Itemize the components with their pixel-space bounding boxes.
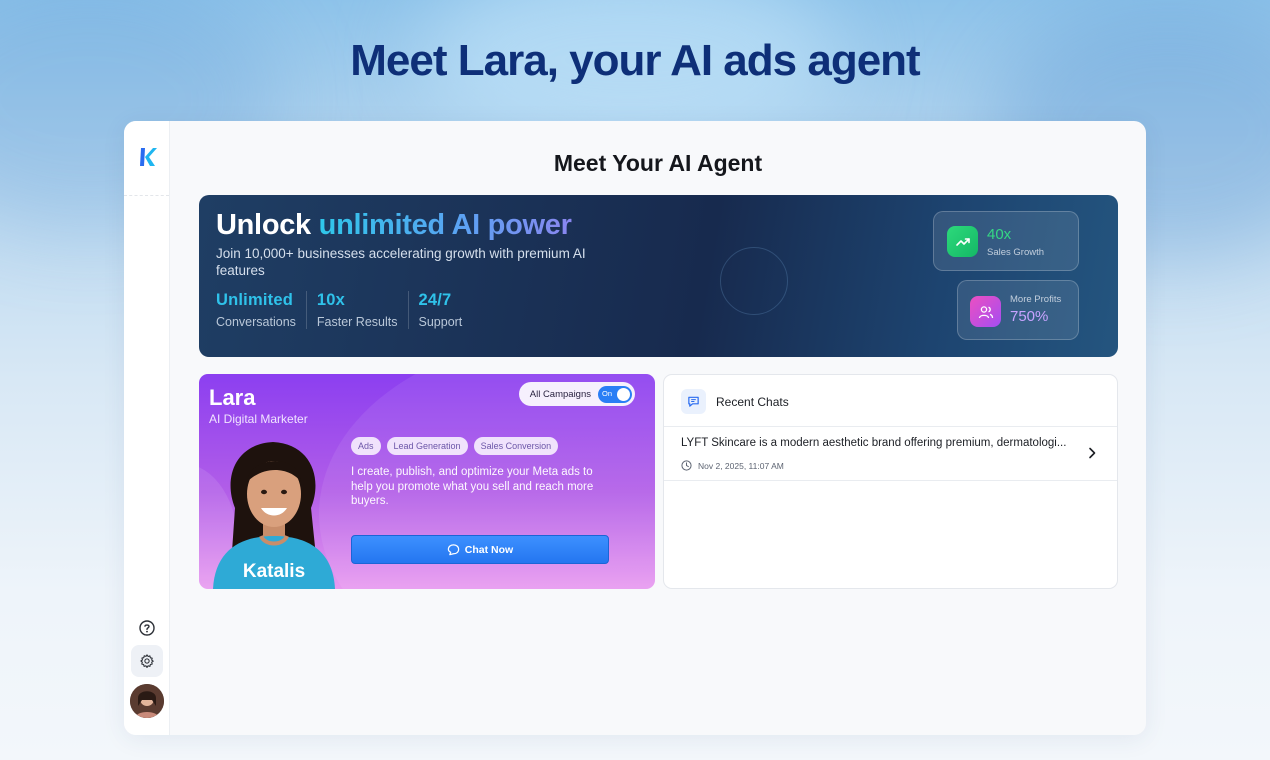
stat-value: 24/7 bbox=[418, 291, 452, 309]
agent-tags: Ads Lead Generation Sales Conversion bbox=[351, 437, 559, 455]
recent-chats-title: Recent Chats bbox=[716, 395, 789, 409]
recent-chats-panel: Recent Chats LYFT Skincare is a modern a… bbox=[663, 374, 1118, 589]
gear-icon bbox=[140, 654, 154, 668]
metric-more-profits: More Profits 750% bbox=[957, 280, 1079, 340]
agent-portrait: Katalis bbox=[213, 442, 335, 589]
agent-card: Lara AI Digital Marketer All Campaigns O… bbox=[199, 374, 655, 589]
all-campaigns-toggle[interactable]: All Campaigns On bbox=[518, 382, 635, 406]
toggle-switch[interactable]: On bbox=[598, 385, 632, 403]
toggle-knob bbox=[617, 387, 630, 401]
upgrade-banner: Unlock unlimited AI power Join 10,000+ b… bbox=[199, 195, 1118, 357]
agent-description: I create, publish, and optimize your Met… bbox=[351, 466, 594, 507]
message-icon bbox=[681, 389, 706, 414]
agent-name: Lara bbox=[209, 385, 256, 410]
stat-support: 24/7 Support bbox=[419, 291, 473, 329]
decorative-ring bbox=[720, 247, 788, 315]
chat-timestamp: Nov 2, 2025, 11:07 AM bbox=[681, 460, 784, 471]
banner-subtitle: Join 10,000+ businesses accelerating gro… bbox=[216, 246, 586, 278]
chat-now-label: Chat Now bbox=[464, 543, 514, 556]
chevron-right-icon[interactable] bbox=[1087, 447, 1097, 459]
toggle-label: All Campaigns bbox=[529, 388, 591, 400]
metric-label: More Profits bbox=[1010, 294, 1062, 305]
help-icon[interactable] bbox=[138, 619, 156, 637]
toggle-state: On bbox=[602, 388, 613, 398]
chat-timestamp-text: Nov 2, 2025, 11:07 AM bbox=[698, 460, 784, 471]
banner-title-highlight: unlimited AI power bbox=[318, 209, 572, 241]
metric-label: Sales Growth bbox=[987, 247, 1045, 258]
users-icon bbox=[970, 296, 1001, 327]
banner-title: Unlock unlimited AI power bbox=[216, 209, 572, 242]
banner-stats: Unlimited Conversations 10x Faster Resul… bbox=[216, 291, 482, 329]
stat-label: Support bbox=[418, 315, 463, 329]
recent-chats-header: Recent Chats bbox=[664, 375, 1117, 427]
tag-ads: Ads bbox=[351, 437, 381, 455]
tag-lead-generation: Lead Generation bbox=[386, 437, 468, 455]
agent-role: AI Digital Marketer bbox=[209, 412, 308, 426]
stat-conversations: Unlimited Conversations bbox=[216, 291, 307, 329]
page-title: Meet Your AI Agent bbox=[553, 150, 763, 176]
banner-title-plain: Unlock bbox=[216, 209, 311, 241]
user-avatar[interactable] bbox=[130, 684, 164, 718]
chat-list-item[interactable]: LYFT Skincare is a modern aesthetic bran… bbox=[664, 427, 1117, 481]
settings-button[interactable] bbox=[131, 645, 163, 677]
stat-label: Conversations bbox=[216, 315, 296, 329]
stat-faster-results: 10x Faster Results bbox=[317, 291, 409, 329]
chat-now-button[interactable]: Chat Now bbox=[351, 535, 609, 564]
stat-value: 10x bbox=[316, 291, 346, 309]
katalis-logo[interactable] bbox=[139, 147, 157, 167]
sidebar bbox=[124, 121, 170, 735]
hero-title: Meet Lara, your AI ads agent bbox=[350, 36, 920, 85]
clock-icon bbox=[681, 460, 692, 471]
stat-value: Unlimited bbox=[216, 291, 293, 309]
tag-sales-conversion: Sales Conversion bbox=[473, 437, 559, 455]
metric-value: 750% bbox=[1010, 308, 1049, 325]
shirt-brand-text: Katalis bbox=[243, 561, 305, 582]
trending-up-icon bbox=[947, 226, 978, 257]
chat-preview-text: LYFT Skincare is a modern aesthetic bran… bbox=[681, 437, 1067, 449]
stat-label: Faster Results bbox=[316, 315, 398, 329]
chat-bubble-icon bbox=[447, 544, 459, 556]
metric-sales-growth: 40x Sales Growth bbox=[933, 211, 1079, 271]
sidebar-divider bbox=[124, 195, 169, 196]
metric-value: 40x bbox=[987, 226, 1012, 243]
app-window: Meet Your AI Agent Unlock unlimited AI p… bbox=[124, 121, 1146, 735]
